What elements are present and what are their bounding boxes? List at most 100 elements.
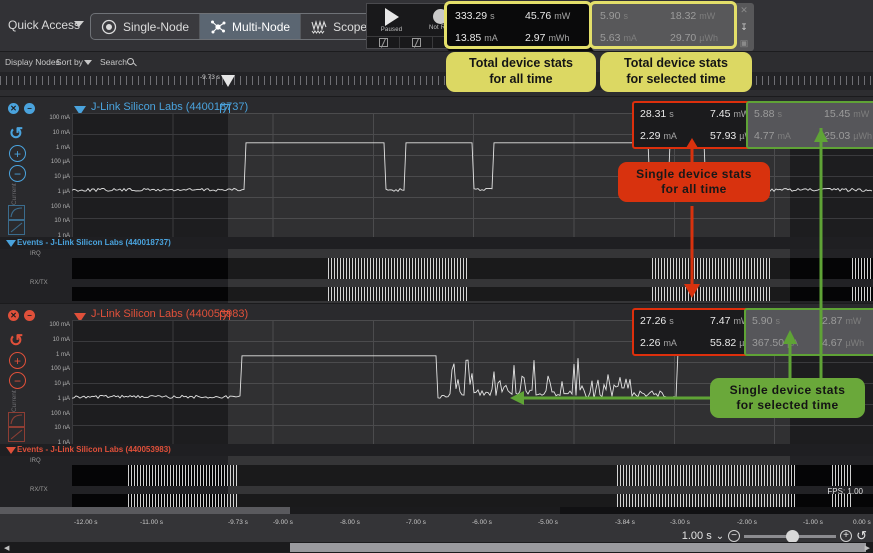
event-pulses xyxy=(852,294,872,301)
sort-by-button[interactable]: Sort by xyxy=(56,57,83,67)
chevron-down-icon[interactable] xyxy=(84,60,92,65)
y-tick-label: 1 mA xyxy=(56,145,70,151)
callout-total-all-time: Total device statsfor all time xyxy=(446,52,596,92)
top-scroll-track[interactable] xyxy=(0,507,873,514)
search-label[interactable]: Search xyxy=(100,57,127,67)
transport-checkbox-2[interactable] xyxy=(400,37,433,48)
fit-icon[interactable]: ▣ xyxy=(740,39,749,48)
zoom-slider[interactable] xyxy=(744,535,836,538)
search-icon[interactable] xyxy=(127,58,134,65)
export-icon[interactable]: ↧ xyxy=(740,23,748,32)
device2-all-duration: 27.26s xyxy=(634,310,704,332)
time-tick-label: -9.73 s xyxy=(228,519,248,526)
y-axis: 100 mA10 mA1 mA100 µA10 µA1 µA100 nA10 n… xyxy=(34,320,72,444)
y-tick-label: 10 nA xyxy=(54,425,70,431)
device2-sel-duration: 5.90s xyxy=(746,310,816,332)
scope-view-icon xyxy=(311,19,327,35)
quick-access-label[interactable]: Quick Access xyxy=(8,18,80,32)
axis-label: Current xyxy=(11,390,18,412)
mode-multi-node[interactable]: Multi-Node xyxy=(200,14,301,39)
mode-single-node[interactable]: Single-Node xyxy=(91,14,200,39)
minus-circle-icon[interactable]: − xyxy=(9,372,26,389)
plus-circle-icon[interactable]: + xyxy=(9,145,26,162)
highlight-total-selected xyxy=(589,1,737,49)
single-node-icon xyxy=(101,19,117,35)
close-icon[interactable]: ✕ xyxy=(740,6,748,15)
y-tick-label: 10 nA xyxy=(54,218,70,224)
time-tick-label: -2.00 s xyxy=(737,519,757,526)
time-tick-label: -1.00 s xyxy=(803,519,823,526)
plus-circle-icon[interactable]: + xyxy=(840,530,852,542)
scroll-thumb-left[interactable] xyxy=(0,507,290,514)
time-tick-label: 0.00 s xyxy=(853,519,871,526)
axis-label: Current xyxy=(11,183,18,205)
device2-sel-power: 2.87mW xyxy=(816,310,873,332)
highlight-total-all-time xyxy=(444,1,592,49)
plus-circle-icon[interactable]: + xyxy=(9,352,26,369)
linear-line-icon[interactable] xyxy=(8,220,25,235)
minus-circle-icon[interactable]: − xyxy=(728,530,740,542)
event-group-label: RX/TX xyxy=(30,487,48,493)
ruler-cursor-label: -9.73 s xyxy=(200,74,220,81)
multi-node-icon xyxy=(210,19,226,35)
ruler-cursor-handle[interactable] xyxy=(221,75,235,87)
event-pulses xyxy=(128,494,238,501)
checkbox-icon xyxy=(412,38,421,47)
triangle-down-icon[interactable] xyxy=(6,447,16,454)
events-header[interactable]: Events - J-Link Silicon Labs (440053983) xyxy=(0,444,873,456)
device2-sel-energy: 4.67µWh xyxy=(816,332,873,354)
scroll-thumb-right[interactable] xyxy=(560,507,873,514)
callout-line1: Total device statsfor selected time xyxy=(624,56,728,87)
event-pulses xyxy=(832,472,852,479)
events-header[interactable]: Events - J-Link Silicon Labs (440018737) xyxy=(0,237,873,249)
events-area: IRQIRQ2369 RTC_IRQ SysTick RX/TXRx T xyxy=(0,456,873,507)
play-icon xyxy=(385,8,399,26)
event-group-label: IRQ xyxy=(30,458,41,464)
horizontal-scrollbar[interactable]: ◀ ▶ xyxy=(0,542,873,553)
display-nodes-button[interactable]: Display Nodes xyxy=(5,57,60,67)
y-axis: 100 mA10 mA1 mA100 µA10 µA1 µA100 nA10 n… xyxy=(34,113,72,237)
time-tick-label: -6.00 s xyxy=(472,519,492,526)
time-tick-label: -5.00 s xyxy=(538,519,558,526)
time-tick-label: -11.00 s xyxy=(140,519,163,526)
log-curve-icon[interactable] xyxy=(8,412,25,427)
horizontal-scroll-thumb[interactable] xyxy=(290,543,866,552)
y-tick-label: 100 mA xyxy=(49,115,70,121)
chevron-down-icon[interactable]: ⌄ xyxy=(716,531,724,542)
top-toolbar: Quick Access Single-Node xyxy=(0,0,873,52)
y-tick-label: 100 nA xyxy=(51,204,70,210)
checkbox-icon xyxy=(379,38,388,47)
y-tick-label: 1 µA xyxy=(58,396,70,402)
device1-sel-current: 4.77mA xyxy=(748,125,818,147)
chevron-down-icon[interactable] xyxy=(74,21,84,27)
callout-total-selected: Total device statsfor selected time xyxy=(600,52,752,92)
callout-line1: Single device statsfor selected time xyxy=(730,383,846,413)
device2-all-current: 2.26mA xyxy=(634,332,704,354)
pause-button[interactable]: Paused xyxy=(367,4,416,36)
reset-icon[interactable]: ↺ xyxy=(9,125,23,142)
event-pulses xyxy=(852,265,872,272)
scroll-left-icon[interactable]: ◀ xyxy=(4,544,9,552)
event-pulses xyxy=(128,465,238,472)
y-tick-label: 10 µA xyxy=(54,174,70,180)
zoom-value: 1.00 s xyxy=(682,530,712,542)
y-tick-label: 10 mA xyxy=(53,337,70,343)
event-pulses xyxy=(852,258,872,265)
linear-line-icon[interactable] xyxy=(8,427,25,442)
y-tick-label: 1 mA xyxy=(56,352,70,358)
time-tick-label: -3.00 s xyxy=(670,519,690,526)
triangle-down-icon[interactable] xyxy=(6,240,16,247)
events-title: Events - J-Link Silicon Labs (440053983) xyxy=(17,445,171,454)
reset-icon[interactable]: ↺ xyxy=(9,332,23,349)
minus-circle-icon[interactable]: − xyxy=(9,165,26,182)
log-curve-icon[interactable] xyxy=(8,205,25,220)
y-tick-label: 100 µA xyxy=(51,366,70,372)
time-tick-label: -3.84 s xyxy=(615,519,635,526)
scroll-right-icon[interactable]: ▶ xyxy=(865,544,870,552)
events-title: Events - J-Link Silicon Labs (440018737) xyxy=(17,238,171,247)
transport-checkbox-1[interactable] xyxy=(367,37,400,48)
zoom-slider-knob[interactable] xyxy=(786,530,799,543)
bottom-time-axis: -12.00 s-11.00 s-9.73 s-9.00 s-8.00 s-7.… xyxy=(0,507,873,553)
event-pulses xyxy=(832,479,852,486)
y-tick-label: 100 mA xyxy=(49,322,70,328)
